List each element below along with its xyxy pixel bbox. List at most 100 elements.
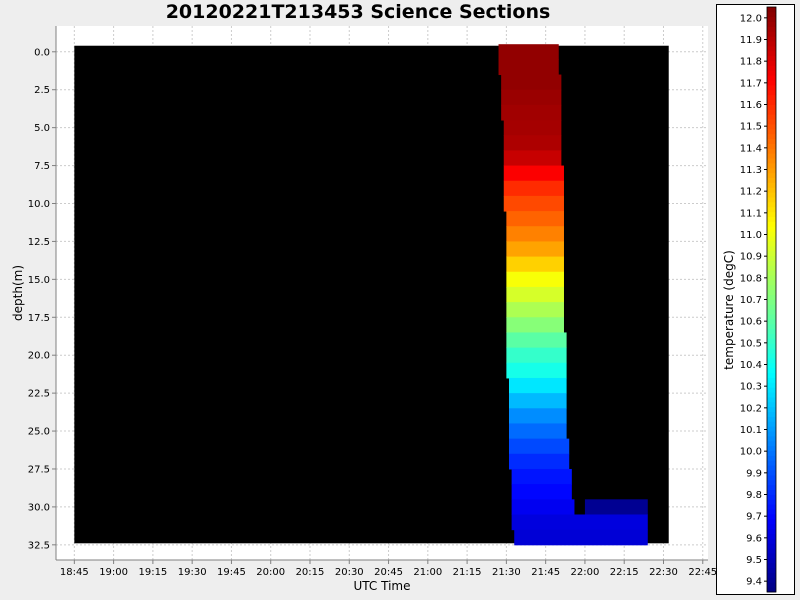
colorbar-tick-label: 10.3 (740, 382, 762, 393)
colorbar-segment (767, 158, 776, 164)
colorbar-segment (767, 572, 776, 578)
colorbar-segment (767, 26, 776, 32)
colorbar-segment (767, 401, 776, 408)
colorbar-segment (767, 353, 776, 359)
x-tick-label: 20:30 (335, 567, 364, 578)
colorbar-segment (767, 114, 776, 120)
chart-svg: 18:45 19:00 19:15 19:30 19:45 20:00 20:15 20:30… (11, 4, 795, 595)
colorbar-segment (767, 206, 776, 213)
heatmap-cell (501, 89, 562, 106)
y-tick-label: 30.0 (28, 502, 50, 513)
colorbar-segment (767, 231, 776, 237)
colorbar-segment (767, 148, 776, 154)
colorbar-segment (767, 60, 776, 66)
colorbar-tick-label: 11.1 (740, 208, 762, 219)
y-tick-label: 7.5 (34, 161, 50, 172)
colorbar-tick-label: 10.0 (740, 447, 762, 458)
heatmap-cell (511, 514, 648, 531)
colorbar-segment (767, 319, 776, 325)
colorbar-segment (767, 46, 776, 52)
colorbar-segment (767, 562, 776, 569)
heatmap-cell (508, 377, 567, 394)
heatmap-cell (584, 499, 648, 515)
heatmap-cell (501, 74, 562, 91)
colorbar-segment (767, 202, 776, 208)
colorbar-segment (767, 567, 776, 573)
colorbar-segment (767, 153, 776, 159)
colorbar-segment (767, 182, 776, 188)
x-tick-label: 19:15 (138, 567, 167, 578)
colorbar-segment (767, 75, 776, 81)
colorbar-segment (767, 133, 776, 140)
heatmap-cell (506, 317, 564, 333)
heatmap-cell (503, 150, 562, 167)
colorbar-segment (767, 255, 776, 261)
colorbar-segment (767, 177, 776, 183)
colorbar-segment (767, 284, 776, 291)
colorbar-tick-label: 11.6 (740, 100, 762, 111)
colorbar-segment (767, 50, 776, 57)
colorbar-segment (767, 416, 776, 422)
colorbar-segment (767, 241, 776, 247)
heatmap-cell (503, 135, 562, 151)
colorbar-segment (767, 314, 776, 320)
colorbar-segment (767, 128, 776, 135)
x-tick-label: 20:45 (374, 567, 403, 578)
colorbar-segment (767, 80, 776, 86)
heatmap-cell (511, 499, 575, 515)
heatmap-cell (501, 104, 562, 121)
heatmap-cell (503, 195, 564, 212)
heatmap-cell (508, 438, 570, 455)
colorbar-segment (767, 387, 776, 393)
colorbar-segment (767, 553, 776, 559)
colorbar-segment (767, 421, 776, 427)
colorbar-segment (767, 348, 776, 354)
colorbar-tick-label: 10.4 (740, 360, 762, 371)
colorbar-segment (767, 377, 776, 383)
heatmap-cell (506, 332, 567, 349)
colorbar-segment (767, 323, 776, 330)
y-tick-label: 12.5 (28, 237, 50, 248)
chart-root: 20120221T213453 Science Sections 18:45 19… (0, 0, 800, 600)
colorbar-segment (767, 528, 776, 534)
colorbar-segment (767, 55, 776, 62)
x-tick-label: 21:30 (492, 567, 521, 578)
colorbar-tick-label: 10.5 (740, 338, 762, 349)
colorbar-segment (767, 21, 776, 27)
colorbar-segment (767, 11, 776, 18)
data-background (74, 45, 669, 544)
heatmap-cell (498, 44, 559, 60)
colorbar-segment (767, 94, 776, 101)
colorbar-segment (767, 260, 776, 266)
colorbar-tick-label: 10.7 (740, 295, 762, 306)
colorbar-segment (767, 557, 776, 564)
x-tick-label: 20:15 (296, 567, 325, 578)
y-tick-label: 27.5 (28, 464, 50, 475)
colorbar-segment (767, 450, 776, 456)
heatmap-layer (74, 44, 669, 546)
colorbar-segment (767, 372, 776, 378)
colorbar-tick-label: 11.7 (740, 78, 762, 89)
colorbar-segment (767, 187, 776, 193)
colorbar-segment (767, 479, 776, 486)
x-tick-label: 22:15 (610, 567, 639, 578)
colorbar-segment (767, 431, 776, 437)
colorbar-segment (767, 484, 776, 491)
colorbar-segment (767, 104, 776, 110)
colorbar-segment (767, 197, 776, 203)
heatmap-cell (511, 468, 572, 485)
colorbar-segment (767, 470, 776, 476)
colorbar-segment (767, 499, 776, 505)
colorbar-segment (767, 221, 776, 227)
heatmap-cell (503, 165, 564, 182)
colorbar-segment (767, 577, 776, 583)
colorbar-segment (767, 216, 776, 222)
colorbar-segment (767, 265, 776, 271)
y-tick-label: 17.5 (28, 313, 50, 324)
colorbar-tick-label: 11.3 (740, 165, 762, 176)
colorbar-segment (767, 167, 776, 174)
colorbar-segment (767, 465, 776, 471)
y-tick-label: 0.0 (34, 47, 50, 58)
colorbar-segment (767, 489, 776, 495)
colorbar-segment (767, 31, 776, 37)
